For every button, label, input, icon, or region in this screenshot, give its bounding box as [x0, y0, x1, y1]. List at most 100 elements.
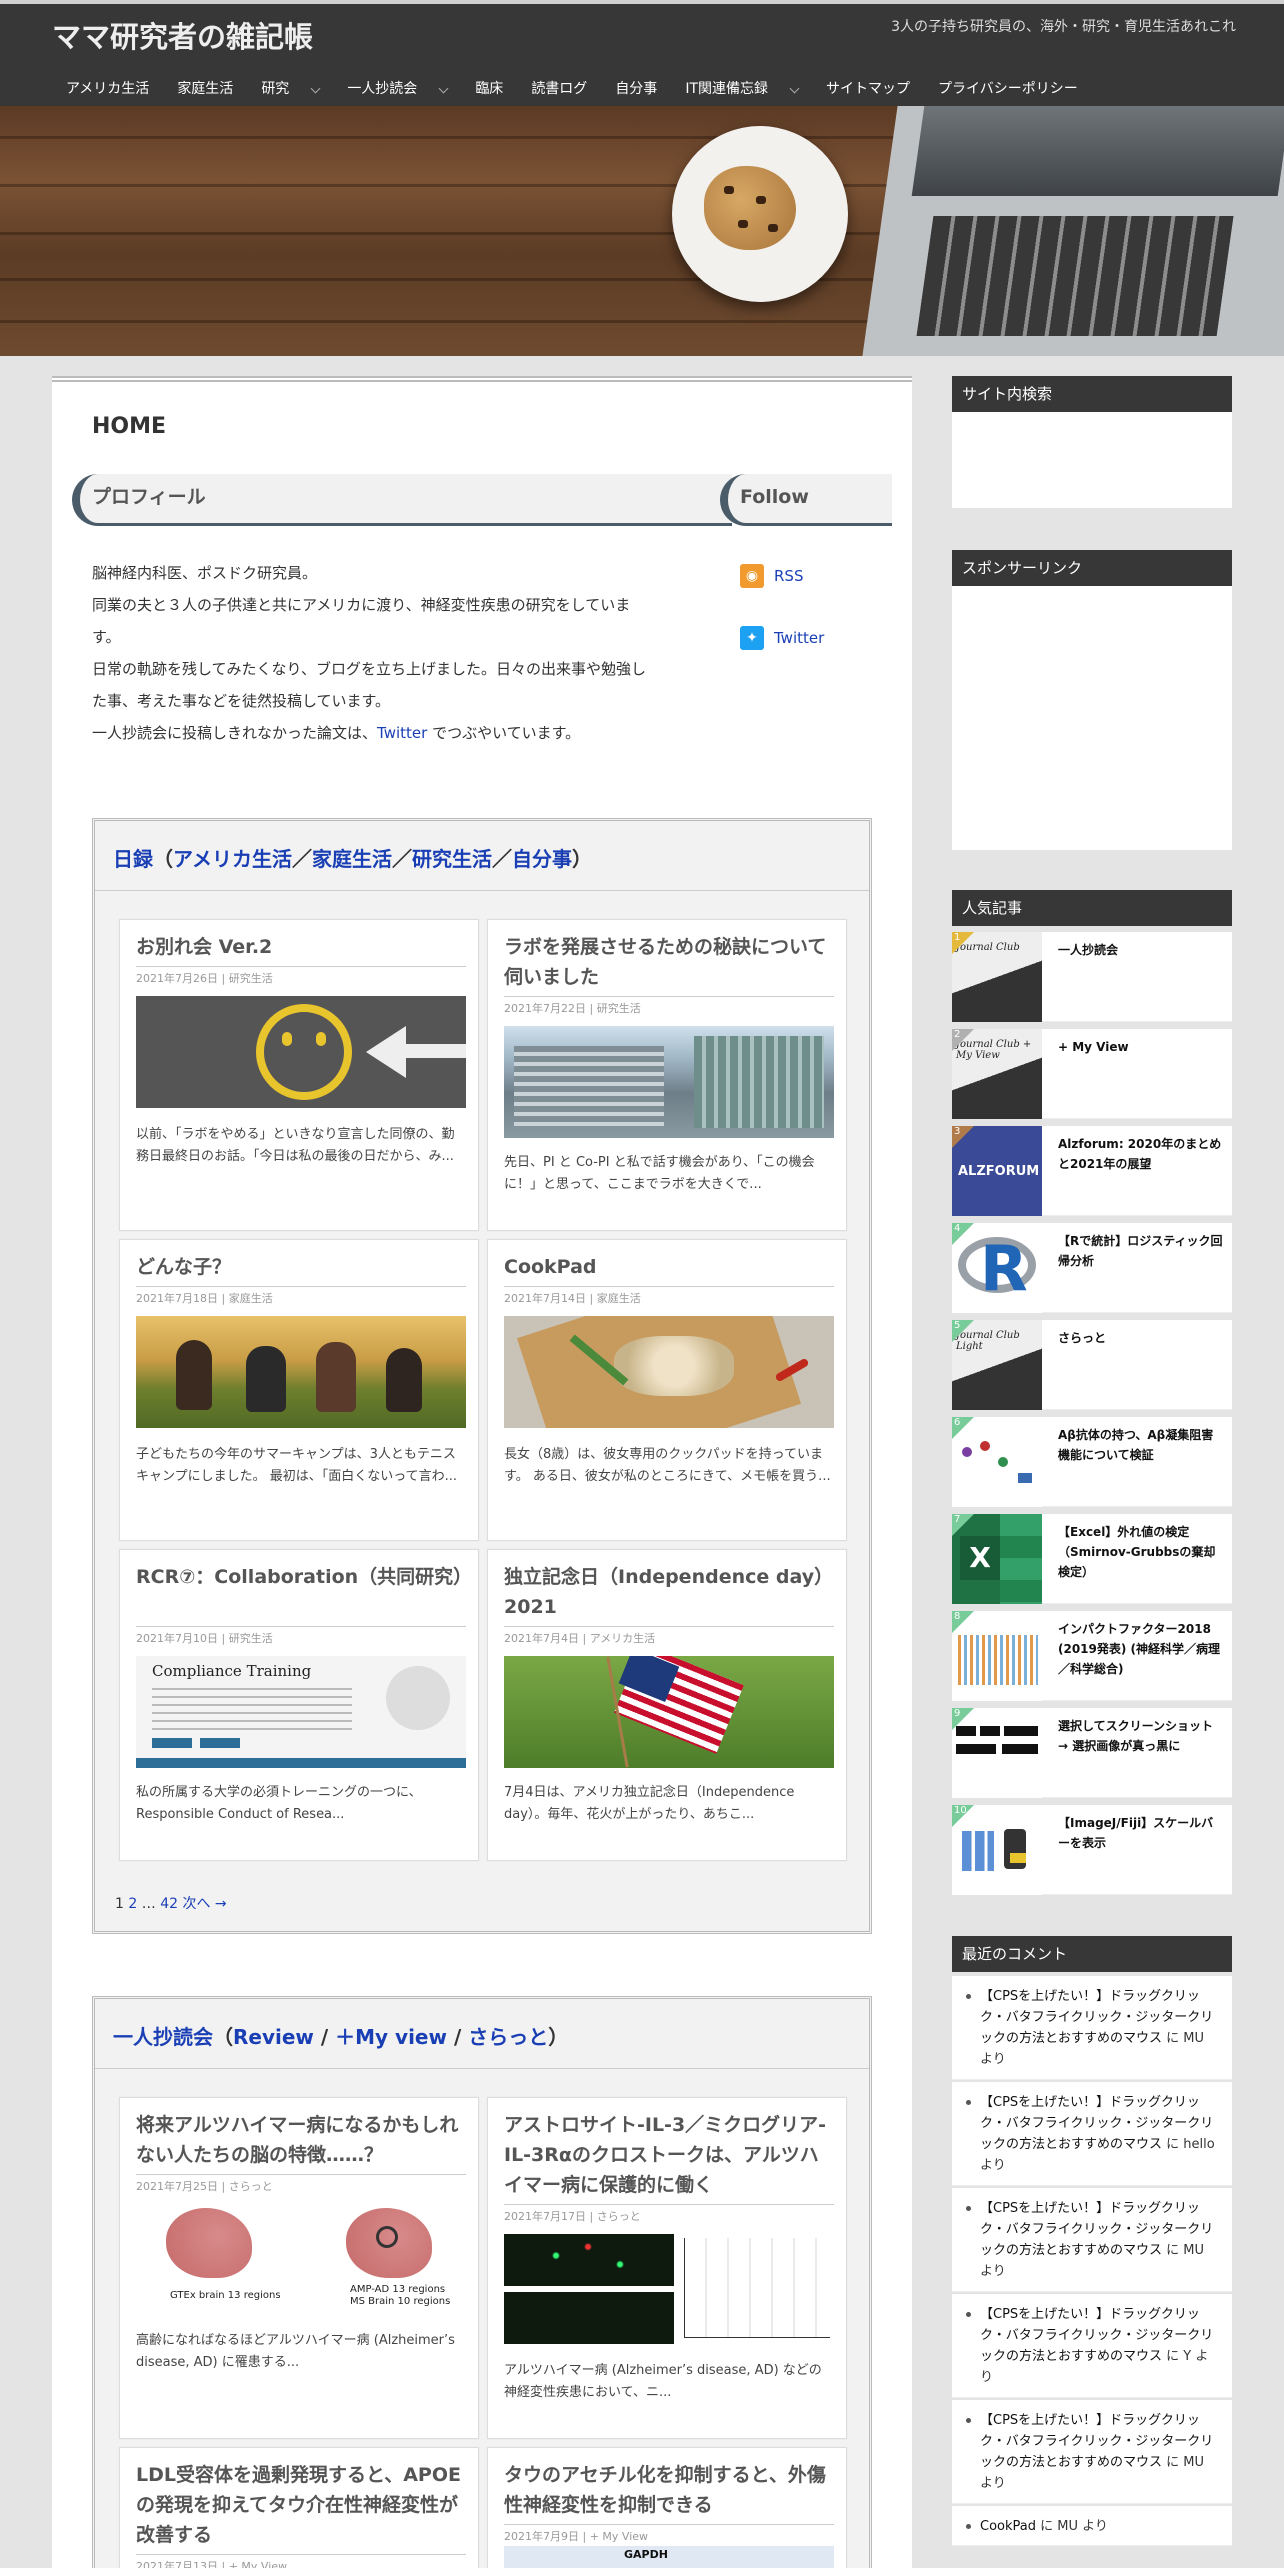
post-date: 2021年7月25日	[136, 2180, 218, 2193]
post-card[interactable]: どんな子？ 2021年7月18日 | 家庭生活 子どもたちの今年のサマーキャンプ…	[119, 1239, 479, 1541]
popular-title[interactable]: さらっと	[1058, 1328, 1223, 1348]
post-thumbnail[interactable]	[504, 1316, 834, 1428]
rss-link[interactable]: RSS	[774, 567, 803, 585]
nav-item-clinical[interactable]: 臨床	[461, 74, 517, 104]
nav-item-personal[interactable]: 自分事	[601, 74, 671, 104]
popular-item[interactable]: ALZFORUM 3 Alzforum: 2020年のまとめと2021年の展望	[952, 1126, 1232, 1216]
personal-link[interactable]: 自分事	[512, 847, 572, 871]
popular-title[interactable]: 選択してスクリーンショット → 選択画像が真っ黒に	[1058, 1716, 1223, 1756]
compliance-training-heading: Compliance Training	[152, 1662, 312, 1680]
nav-item-journal-club[interactable]: 一人抄読会	[333, 74, 461, 104]
research-life-link[interactable]: 研究生活	[412, 847, 492, 871]
post-category[interactable]: 研究生活	[229, 972, 273, 985]
nav-item-privacy[interactable]: プライバシーポリシー	[924, 74, 1092, 104]
popular-title[interactable]: Alzforum: 2020年のまとめと2021年の展望	[1058, 1134, 1223, 1174]
popular-title[interactable]: インパクトファクター2018 (2019発表) (神経科学／病理／科学総合)	[1058, 1619, 1223, 1679]
popular-title[interactable]: Aβ抗体の持つ、Aβ凝集阻害機能について検証	[1058, 1425, 1223, 1465]
twitter-follow-link[interactable]: Twitter	[774, 629, 824, 647]
rank-badge: 5	[952, 1320, 974, 1342]
post-thumbnail[interactable]: GAPDH	[504, 2546, 834, 2568]
popular-title[interactable]: 【Rで統計】ロジスティック回帰分析	[1058, 1231, 1223, 1271]
sarratto-link[interactable]: さらっと	[468, 2025, 548, 2049]
post-title[interactable]: アストロサイト-IL-3／ミクログリア-IL-3Rαのクロストークは、アルツハイ…	[504, 2110, 834, 2200]
popular-item[interactable]: Journal Club + My View 2 + My View	[952, 1029, 1232, 1119]
post-card[interactable]: LDL受容体を過剰発現すると、APOE の発現を抑えてタウ介在性神経変性が改善す…	[119, 2447, 479, 2568]
post-title[interactable]: どんな子？	[136, 1252, 466, 1282]
popular-item[interactable]: 9 選択してスクリーンショット → 選択画像が真っ黒に	[952, 1708, 1232, 1798]
post-card[interactable]: 将来アルツハイマー病になるかもしれない人たちの脳の特徴……？ 2021年7月25…	[119, 2097, 479, 2439]
follow-rss[interactable]: ◉ RSS	[740, 564, 803, 588]
popular-item[interactable]: 8 インパクトファクター2018 (2019発表) (神経科学／病理／科学総合)	[952, 1611, 1232, 1701]
post-category[interactable]: 研究生活	[229, 1632, 273, 1645]
post-category[interactable]: 研究生活	[597, 1002, 641, 1015]
post-card[interactable]: CookPad 2021年7月14日 | 家庭生活 長女（8歳）は、彼女専用のク…	[487, 1239, 847, 1541]
post-title[interactable]: CookPad	[504, 1252, 834, 1282]
post-title[interactable]: お別れ会 Ver.2	[136, 932, 466, 962]
nav-item-reading-log[interactable]: 読書ログ	[517, 74, 601, 104]
post-thumbnail[interactable]	[504, 1026, 834, 1138]
nav-item-sitemap[interactable]: サイトマップ	[812, 74, 924, 104]
post-title[interactable]: ラボを発展させるための秘訣について伺いました	[504, 932, 834, 992]
post-date: 2021年7月17日	[504, 2210, 586, 2223]
post-excerpt: アルツハイマー病 (Alzheimer’s disease, AD) などの神経…	[504, 2363, 822, 2400]
post-thumbnail[interactable]	[136, 996, 466, 1108]
nav-item-family[interactable]: 家庭生活	[163, 74, 247, 104]
brain-image	[166, 2208, 252, 2278]
popular-title[interactable]: 【Excel】外れ値の検定（Smirnov-Grubbsの棄却検定）	[1058, 1522, 1223, 1582]
my-view-link[interactable]: ＋My view	[335, 2025, 447, 2049]
child-running-image	[386, 1348, 422, 1412]
post-card[interactable]: タウのアセチル化を抑制すると、外傷性神経変性を抑制できる 2021年7月9日 |…	[487, 2447, 847, 2568]
twitter-link[interactable]: Twitter	[377, 724, 427, 742]
separator: /	[446, 2025, 469, 2049]
microscope-icon	[1004, 1829, 1026, 1869]
popular-item[interactable]: 10 【ImageJ/Fiji】スケールバーを表示	[952, 1805, 1232, 1895]
post-card[interactable]: 独立記念日（Independence day）2021 2021年7月4日 | …	[487, 1549, 847, 1861]
post-card[interactable]: アストロサイト-IL-3／ミクログリア-IL-3Rαのクロストークは、アルツハイ…	[487, 2097, 847, 2439]
family-link[interactable]: 家庭生活	[312, 847, 392, 871]
post-title[interactable]: RCR⑦：Collaboration（共同研究）	[136, 1562, 472, 1592]
brain-label: GTEx brain 13 regions	[170, 2290, 281, 2301]
post-title[interactable]: タウのアセチル化を抑制すると、外傷性神経変性を抑制できる	[504, 2460, 834, 2520]
popular-item[interactable]: Journal Club 1 一人抄読会	[952, 932, 1232, 1022]
post-date: 2021年7月26日	[136, 972, 218, 985]
post-excerpt: 7月4日は、アメリカ独立記念日（Independence day）。毎年、花火が…	[504, 1785, 795, 1822]
post-category[interactable]: 家庭生活	[597, 1292, 641, 1305]
post-category[interactable]: 家庭生活	[229, 1292, 273, 1305]
post-title[interactable]: 将来アルツハイマー病になるかもしれない人たちの脳の特徴……？	[136, 2110, 466, 2170]
post-category[interactable]: + My View	[229, 2560, 287, 2568]
post-thumbnail[interactable]	[504, 1656, 834, 1768]
journal-club-link[interactable]: 一人抄読会	[113, 2025, 213, 2049]
popular-title[interactable]: + My View	[1058, 1037, 1223, 1057]
post-thumbnail[interactable]	[136, 1316, 466, 1428]
popular-title[interactable]: 【ImageJ/Fiji】スケールバーを表示	[1058, 1813, 1223, 1853]
post-category[interactable]: さらっと	[229, 2180, 273, 2193]
post-card[interactable]: ラボを発展させるための秘訣について伺いました 2021年7月22日 | 研究生活…	[487, 919, 847, 1231]
popular-title[interactable]: 一人抄読会	[1058, 940, 1223, 960]
popular-item[interactable]: 6 Aβ抗体の持つ、Aβ凝集阻害機能について検証	[952, 1417, 1232, 1507]
post-card[interactable]: RCR⑦：Collaboration（共同研究） 2021年7月10日 | 研究…	[119, 1549, 479, 1861]
post-title[interactable]: 独立記念日（Independence day）2021	[504, 1562, 834, 1622]
nav-item-research[interactable]: 研究	[247, 74, 333, 104]
page-link[interactable]: 42	[160, 1896, 178, 1912]
comment-post-link[interactable]: CookPad	[980, 2519, 1036, 2534]
follow-twitter[interactable]: ✦ Twitter	[740, 626, 824, 650]
popular-item[interactable]: X 7 【Excel】外れ値の検定（Smirnov-Grubbsの棄却検定）	[952, 1514, 1232, 1604]
post-category[interactable]: さらっと	[597, 2210, 641, 2223]
post-category[interactable]: アメリカ生活	[590, 1632, 655, 1645]
diary-link[interactable]: 日録	[113, 847, 153, 871]
site-title[interactable]: ママ研究者の雑記帳	[52, 14, 313, 56]
popular-item[interactable]: R 4 【Rで統計】ロジスティック回帰分析	[952, 1223, 1232, 1313]
post-card[interactable]: お別れ会 Ver.2 2021年7月26日 | 研究生活 以前、「ラボをやめる」…	[119, 919, 479, 1231]
post-thumbnail[interactable]: GTEx brain 13 regions AMP-AD 13 regions M…	[136, 2204, 466, 2316]
post-thumbnail[interactable]: Compliance Training	[136, 1656, 466, 1768]
popular-item[interactable]: Journal Club Light 5 さらっと	[952, 1320, 1232, 1410]
america-link[interactable]: アメリカ生活	[173, 847, 292, 871]
nav-item-it-notes[interactable]: IT関連備忘録	[671, 74, 812, 104]
review-link[interactable]: Review	[233, 2025, 314, 2049]
post-category[interactable]: + My View	[590, 2530, 648, 2543]
next-page-link[interactable]: 次へ →	[182, 1896, 226, 1912]
nav-item-america[interactable]: アメリカ生活	[52, 74, 163, 104]
post-title[interactable]: LDL受容体を過剰発現すると、APOE の発現を抑えてタウ介在性神経変性が改善す…	[136, 2460, 466, 2550]
page-link[interactable]: 2	[128, 1896, 137, 1912]
post-thumbnail[interactable]	[504, 2234, 834, 2346]
